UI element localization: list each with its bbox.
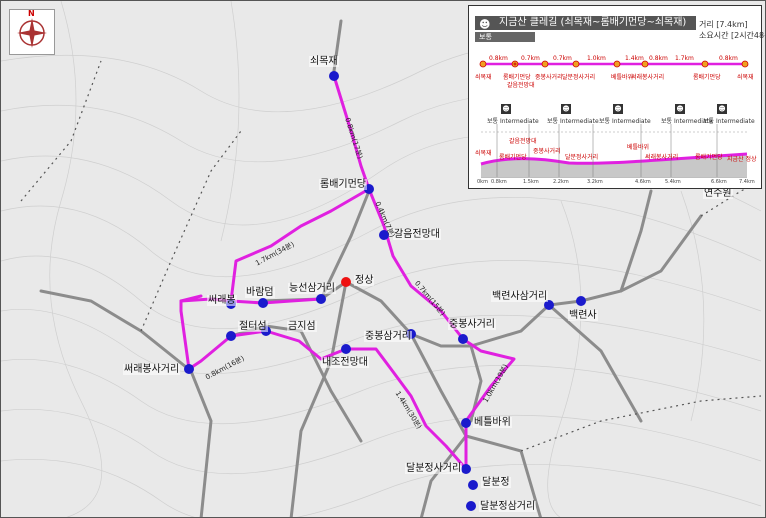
- jungbong-sa-point: [458, 334, 468, 344]
- legend-stop-1: 쇠목재: [475, 74, 492, 81]
- place-dalbong-sam: 달분정삼거리: [479, 501, 537, 512]
- place-ssaraebong-sa: 써래봉사거리: [123, 364, 181, 375]
- trail-legend-box: 지금산 클레길 (쇠목재~롬배기먼당~쇠목재) ☻ 보통 Intermediat…: [468, 5, 765, 189]
- legend-dist-6: 0.8km: [649, 55, 668, 62]
- level-icon-2: ☻: [561, 104, 571, 114]
- neungseon-point: [316, 294, 326, 304]
- legend-dist-4: 1.0km: [587, 55, 606, 62]
- legend-dist-3: 0.7km: [553, 55, 572, 62]
- axis-tick-2: 0.8km: [491, 179, 507, 185]
- legend-dist-2: 0.7km: [521, 55, 540, 62]
- legend-stop-9: 쇠목재: [737, 74, 754, 81]
- place-jeongsang: 정상: [354, 275, 375, 286]
- place-yeonsuwon: 연수원: [703, 188, 733, 199]
- axis-tick-7: 5.4km: [665, 179, 681, 185]
- level-label-1: 보통 Intermediate: [487, 118, 539, 125]
- place-baekryeon-sam: 백련사삼거리: [491, 291, 549, 302]
- dalbong-sa-point: [461, 464, 471, 474]
- legend-stop-3: 갈음전망대: [507, 82, 535, 89]
- axis-tick-1: 0km: [477, 179, 488, 185]
- place-naejo: 내조전망대: [321, 357, 369, 368]
- place-galeum: 갈음전망대: [393, 229, 441, 240]
- north-label: N: [28, 9, 35, 18]
- place-dalbong-sa: 달분정사거리: [405, 463, 463, 474]
- place-soemokjae: 쇠목재: [309, 56, 339, 67]
- place-jungbong-sam: 중봉삼거리: [364, 331, 412, 342]
- place-neungseon: 능선삼거리: [288, 283, 336, 294]
- level-icon-5: ☻: [717, 104, 727, 114]
- profile-label-7: 써래봉사거리: [645, 154, 679, 161]
- place-baram: 바람덤: [245, 287, 275, 298]
- profile-label-4: 중봉사거리: [533, 148, 561, 155]
- axis-tick-3: 1.5km: [523, 179, 539, 185]
- legend-dist-8: 0.8km: [719, 55, 738, 62]
- baram-point: [258, 298, 268, 308]
- soemokjae-point: [329, 71, 339, 81]
- baekryeonsa-point: [576, 296, 586, 306]
- level-icon-1: ☻: [501, 104, 511, 114]
- level-icon-4: ☻: [675, 104, 685, 114]
- naejo-point: [341, 344, 351, 354]
- place-dalbong: 달분정: [481, 477, 511, 488]
- profile-label-9: 지금산 정상: [727, 156, 757, 163]
- peak-point: [341, 277, 351, 287]
- legend-stop-6: 베틀바위: [611, 74, 634, 81]
- level-label-3: 보통 Intermediate: [599, 118, 651, 125]
- jeolteo-point: [226, 331, 236, 341]
- legend-dist-1: 0.8km: [489, 55, 508, 62]
- place-geumji: 금지섬: [287, 321, 317, 332]
- ssaraebong-sa-point: [184, 364, 194, 374]
- legend-dist-5: 1.4km: [625, 55, 644, 62]
- place-rombaegi: 롬배기먼당: [319, 179, 367, 190]
- legend-dist-7: 1.7km: [675, 55, 694, 62]
- profile-label-6: 베틀바위: [627, 144, 650, 151]
- axis-tick-8: 6.6km: [711, 179, 727, 185]
- axis-tick-4: 2.2km: [553, 179, 569, 185]
- profile-label-8: 롬배기먼당: [695, 154, 723, 161]
- axis-tick-9: 7.4km: [739, 179, 755, 185]
- axis-tick-5: 3.2km: [587, 179, 603, 185]
- compass-rose: N: [9, 9, 55, 55]
- legend-stop-4: 중봉사거리: [535, 74, 563, 81]
- betteul-point: [461, 418, 471, 428]
- legend-stop-5: 달분정사거리: [562, 74, 596, 81]
- profile-label-3: 갈음전망대: [509, 138, 537, 145]
- legend-stop-8: 롬배기먼당: [693, 74, 721, 81]
- profile-label-2: 롬배기먼당: [499, 154, 527, 161]
- level-icon-3: ☻: [613, 104, 623, 114]
- trail-map: N 쇠목재 롬배기먼당 갈음전망대 정상 능선삼거리 바람덤 써래봉 절터섬 금…: [0, 0, 766, 518]
- place-jungbong-sa: 중봉사거리: [448, 319, 496, 330]
- place-jeolteo: 절터섬: [238, 321, 268, 332]
- profile-label-5: 달분정사거리: [565, 154, 599, 161]
- dalbong-sam-point: [466, 501, 476, 511]
- level-label-2: 보통 Intermediate: [547, 118, 599, 125]
- place-betteul: 베틀바위: [473, 417, 512, 428]
- axis-tick-6: 4.6km: [635, 179, 651, 185]
- place-baekryeonsa: 백련사: [568, 310, 598, 321]
- dalbong-point: [468, 480, 478, 490]
- level-label-5: 보통 Intermediate: [703, 118, 755, 125]
- legend-stop-7: 써래봉사거리: [631, 74, 665, 81]
- profile-label-1: 쇠목재: [475, 150, 492, 157]
- place-ssaraebong: 써래봉: [207, 295, 237, 306]
